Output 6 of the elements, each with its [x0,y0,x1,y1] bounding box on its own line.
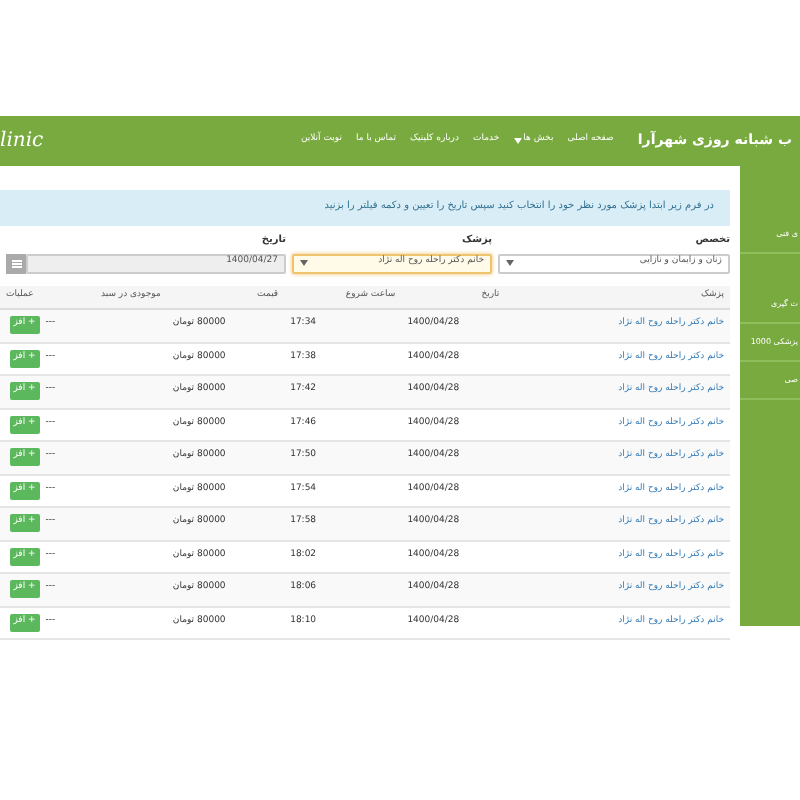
caret-icon [513,138,522,144]
logo[interactable]: linic [0,126,44,156]
menu-icon [11,259,21,267]
caret-icon [300,260,308,266]
caret-icon [506,260,514,266]
calendar-button[interactable] [6,253,26,273]
